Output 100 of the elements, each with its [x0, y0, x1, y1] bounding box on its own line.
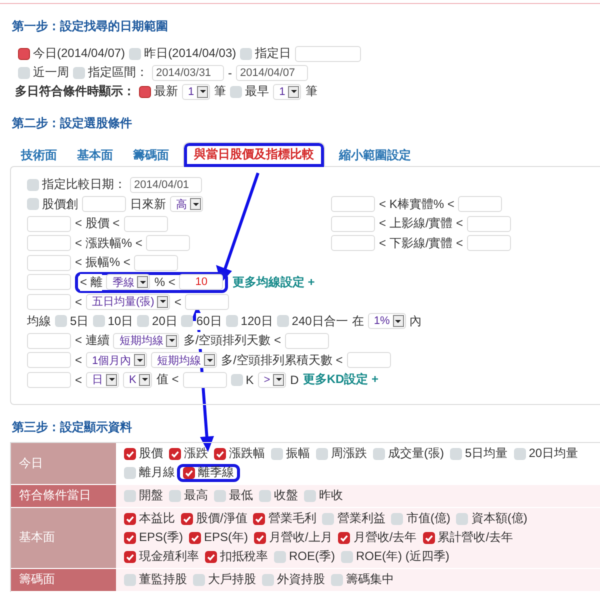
checkbox[interactable]: 營業利益: [322, 510, 386, 528]
input-field[interactable]: [27, 372, 71, 388]
input-field[interactable]: 2014/04/01: [130, 176, 202, 193]
checkbox[interactable]: 市值(億): [391, 510, 450, 528]
tab[interactable]: 基本面: [67, 143, 123, 167]
radio-button[interactable]: 今日(2014/04/07): [18, 45, 126, 62]
radio-button[interactable]: 最早: [230, 83, 270, 100]
dropdown[interactable]: 1: [182, 84, 210, 100]
input-field[interactable]: [182, 372, 227, 388]
checkbox[interactable]: 資本額(億): [456, 510, 528, 528]
checkbox[interactable]: 累計營收/去年: [422, 528, 514, 546]
section-heading: 第二步：設定選股條件: [12, 115, 133, 131]
checkbox[interactable]: 外資持股: [262, 570, 325, 588]
checkbox[interactable]: 扣抵稅率: [205, 548, 268, 566]
tab[interactable]: 與當日股價及指標比較: [183, 142, 325, 167]
input-field[interactable]: [285, 332, 330, 349]
dropdown[interactable]: 1個月內: [86, 352, 148, 368]
caret-icon: [157, 296, 168, 308]
caret-icon: [166, 334, 178, 347]
input-field[interactable]: 10: [179, 274, 224, 290]
checkbox[interactable]: 現金殖利率: [124, 548, 199, 566]
input-field[interactable]: [27, 332, 71, 349]
checkbox[interactable]: 成交量(張): [373, 444, 444, 462]
input-field[interactable]: [82, 196, 126, 212]
checkbox[interactable]: 股價: [124, 444, 163, 462]
dropdown[interactable]: 日: [86, 372, 120, 388]
checkbox[interactable]: 漲跌幅: [214, 444, 265, 462]
input-field[interactable]: [134, 254, 178, 271]
input-field[interactable]: [331, 196, 375, 212]
link[interactable]: 更多均線設定 +: [232, 274, 315, 291]
input-field[interactable]: [458, 196, 502, 212]
checkbox[interactable]: 董監持股: [124, 570, 187, 588]
row-header: 今日: [11, 442, 116, 484]
checkbox[interactable]: ROE(季): [274, 548, 335, 566]
radio-button[interactable]: 指定日: [240, 45, 292, 62]
dropdown[interactable]: 1%: [368, 313, 406, 330]
caret-icon: [190, 198, 201, 210]
checkbox[interactable]: 最高: [169, 486, 208, 504]
input-field[interactable]: [27, 235, 71, 252]
dropdown[interactable]: 1: [273, 84, 302, 100]
dropdown[interactable]: K: [123, 372, 152, 388]
input-field[interactable]: [346, 352, 391, 368]
checkbox[interactable]: 股價/淨值: [181, 510, 248, 528]
checkbox[interactable]: 漲跌: [169, 444, 208, 462]
checkbox[interactable]: 離月線: [124, 464, 175, 482]
tab[interactable]: 籌碼面: [123, 143, 179, 167]
checkbox[interactable]: 最低: [214, 486, 253, 504]
radio-button[interactable]: 近一周: [18, 64, 69, 81]
input-field[interactable]: [467, 216, 512, 232]
checkbox[interactable]: 振幅: [271, 444, 310, 462]
checkbox[interactable]: EPS(季): [124, 528, 184, 546]
input-field[interactable]: [27, 274, 71, 290]
radio-button[interactable]: 指定區間：: [73, 64, 148, 81]
dropdown[interactable]: 五日均量(張): [86, 294, 170, 310]
checkbox[interactable]: 周漲跌: [316, 444, 367, 462]
checkbox[interactable]: 營業毛利: [253, 510, 316, 528]
input-field[interactable]: [27, 352, 71, 368]
dropdown[interactable]: 高: [170, 196, 203, 212]
radio-button[interactable]: 最新: [139, 83, 178, 100]
checkbox[interactable]: ROE(年) (近四季): [341, 548, 450, 566]
checkbox[interactable]: 昨收: [304, 486, 343, 504]
checkbox[interactable]: 月營收/上月: [254, 528, 332, 546]
checkbox[interactable]: 開盤: [124, 486, 163, 504]
input-field[interactable]: 2014/03/31: [152, 64, 224, 80]
section-heading: 第一步：設定找尋的日期範圍: [12, 18, 169, 34]
checkbox[interactable]: 月營收/去年: [338, 528, 417, 546]
tab[interactable]: 技術面: [11, 143, 67, 167]
input-field[interactable]: [146, 235, 190, 252]
input-field[interactable]: [27, 216, 71, 232]
label: < 漲跌幅% <: [75, 234, 142, 252]
dropdown[interactable]: >: [258, 372, 286, 388]
input-field[interactable]: [27, 254, 71, 271]
checkbox[interactable]: K: [230, 372, 254, 387]
caret-icon: [139, 374, 150, 386]
input-field[interactable]: [185, 294, 230, 310]
radio-button[interactable]: 昨日(2014/04/03): [129, 45, 236, 62]
checkbox[interactable]: 收盤: [259, 486, 298, 504]
dropdown[interactable]: 短期均線: [113, 332, 180, 349]
input-field[interactable]: 2014/04/07: [236, 64, 308, 80]
checkbox[interactable]: 大戶持股: [193, 570, 256, 588]
row-header: 籌碼面: [11, 568, 116, 590]
link[interactable]: 更多KD設定 +: [302, 371, 379, 388]
checkbox[interactable]: 離季線: [177, 464, 240, 482]
caret-icon: [392, 315, 404, 328]
caret-icon: [273, 374, 284, 386]
checkbox[interactable]: 20日均量: [514, 444, 578, 462]
tab[interactable]: 縮小範圍設定: [329, 143, 421, 167]
dropdown[interactable]: 季線: [106, 274, 150, 290]
input-field[interactable]: [124, 216, 168, 232]
label: 多日符合條件時顯示：: [15, 83, 135, 100]
checkbox[interactable]: EPS(年): [189, 528, 248, 546]
checkbox[interactable]: 5日均量: [450, 444, 508, 462]
input-field[interactable]: [467, 235, 512, 252]
input-field[interactable]: [331, 216, 375, 232]
input-field[interactable]: [295, 46, 362, 62]
checkbox[interactable]: 本益比: [124, 510, 175, 528]
input-field[interactable]: [27, 294, 71, 310]
checkbox[interactable]: 籌碼集中: [331, 570, 394, 588]
input-field[interactable]: [331, 235, 375, 252]
dropdown[interactable]: 短期均線: [151, 352, 218, 368]
